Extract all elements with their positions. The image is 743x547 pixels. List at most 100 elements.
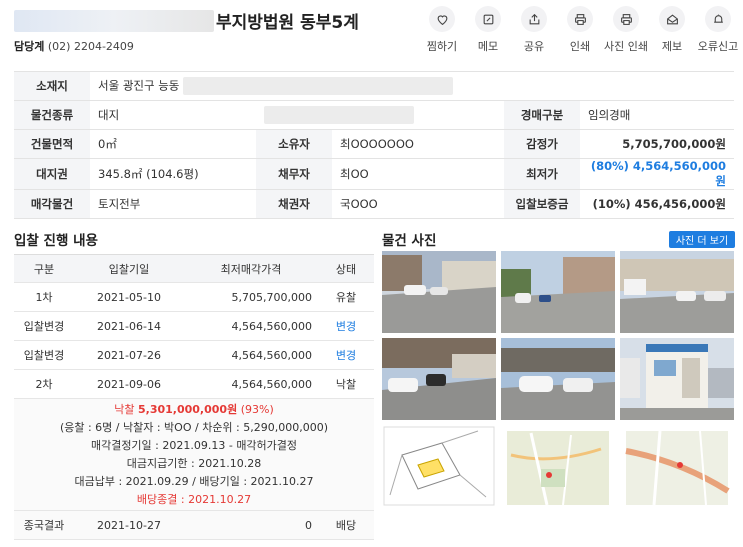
status-cell: 유찰 — [318, 282, 374, 312]
status-cell: 변경 — [318, 340, 374, 370]
col-status: 상태 — [318, 254, 374, 283]
report-label: 제보 — [661, 40, 683, 53]
payment-deadline: 대금지급기한 : 2021.10.28 — [126, 456, 262, 470]
print-button[interactable]: 인쇄 — [557, 6, 603, 54]
winning-bid-summary-row: 낙찰 5,301,000,000원 (93%) (응찰 : 6명 / 낙찰자 :… — [14, 398, 374, 511]
date-cell: 2021-05-10 — [74, 282, 184, 312]
win-amount: 5,301,000,000원 — [138, 402, 238, 416]
owner-label: 소유자 — [256, 129, 332, 159]
blurred-detail — [264, 106, 414, 124]
building-area-value: 0㎡ — [90, 129, 256, 159]
contact-label: 담당계 — [14, 40, 45, 53]
photo-print-icon — [613, 6, 639, 32]
status-cell: 낙찰 — [318, 369, 374, 399]
location-value: 서울 광진구 능동 — [98, 78, 180, 93]
bidding-header-row: 구분 입찰기일 최저매각가격 상태 — [14, 254, 374, 283]
payment-info: 대금납부 : 2021.09.29 / 배당기일 : 2021.10.27 — [74, 474, 314, 488]
price-cell: 4,564,560,000 — [184, 311, 318, 341]
creditor-label: 채권자 — [256, 189, 332, 219]
report-icon — [659, 6, 685, 32]
info-row-land: 대지권 345.8㎡ (104.6평) 채무자 최OO 최저가 (80%) 4,… — [14, 158, 734, 190]
table-row: 입찰변경 2021-06-14 4,564,560,000 변경 — [14, 311, 374, 341]
winning-bid-summary: 낙찰 5,301,000,000원 (93%) (응찰 : 6명 / 낙찰자 :… — [14, 398, 374, 511]
bid-detail: (응찰 : 6명 / 낙찰자 : 박OO / 차순위 : 5,290,000,0… — [59, 420, 329, 434]
favorite-button[interactable]: 찜하기 — [419, 6, 465, 54]
header: 부지방법원 동부5계 담당계 (02) 2204-2409 찜하기 메모 공유 — [0, 0, 743, 62]
property-photo[interactable] — [382, 251, 496, 333]
col-price: 최저매각가격 — [184, 254, 318, 283]
type-label: 물건종류 — [14, 100, 90, 130]
property-info-table: 소재지 서울 광진구 능동 물건종류 대지 경매구분 임의경매 건물면적 0㎡ … — [14, 71, 734, 219]
col-round: 구분 — [14, 254, 74, 283]
final-result-row: 종국결과 2021-10-27 0 배당 — [14, 510, 374, 540]
building-area-label: 건물면적 — [14, 129, 90, 159]
auction-type-label: 경매구분 — [504, 100, 580, 130]
contact-phone: (02) 2204-2409 — [47, 40, 134, 53]
blurred-cell — [256, 100, 504, 130]
appraisal-label: 감정가 — [504, 129, 580, 159]
sale-decision: 매각결정기일 : 2021.09.13 - 매각허가결정 — [90, 438, 298, 452]
share-icon — [521, 6, 547, 32]
error-report-label: 오류신고 — [697, 40, 739, 53]
page-title: 부지방법원 동부5계 — [216, 13, 359, 33]
minimum-price-value: (80%) 4,564,560,000원 — [580, 158, 734, 190]
land-right-label: 대지권 — [14, 158, 90, 190]
final-date: 2021-10-27 — [74, 510, 184, 540]
property-photo[interactable] — [501, 338, 615, 420]
property-photo[interactable] — [620, 251, 734, 333]
creditor-value: 국OOO — [332, 189, 504, 219]
favorite-label: 찜하기 — [426, 40, 458, 53]
final-status: 배당 — [318, 510, 374, 540]
photo-print-label: 사진 인쇄 — [604, 40, 648, 53]
location-map-photo[interactable] — [501, 425, 615, 507]
info-row-building: 건물면적 0㎡ 소유자 최OOOOOOO 감정가 5,705,700,000원 — [14, 129, 734, 159]
date-cell: 2021-06-14 — [74, 311, 184, 341]
share-button[interactable]: 공유 — [511, 6, 557, 54]
property-photo[interactable] — [501, 251, 615, 333]
table-row: 1차 2021-05-10 5,705,700,000 유찰 — [14, 282, 374, 312]
share-label: 공유 — [523, 40, 545, 53]
report-button[interactable]: 제보 — [649, 6, 695, 54]
date-cell: 2021-07-26 — [74, 340, 184, 370]
blurred-address — [183, 77, 454, 95]
appraisal-value: 5,705,700,000원 — [580, 129, 734, 159]
owner-value: 최OOOOOOO — [332, 129, 504, 159]
info-row-sale: 매각물건 토지전부 채권자 국OOO 입찰보증금 (10%) 456,456,0… — [14, 189, 734, 219]
date-cell: 2021-09-06 — [74, 369, 184, 399]
location-cell: 서울 광진구 능동 — [90, 71, 734, 101]
price-cell: 4,564,560,000 — [184, 340, 318, 370]
final-amount: 0 — [184, 510, 318, 540]
memo-label: 메모 — [477, 40, 499, 53]
round-cell: 입찰변경 — [14, 311, 74, 341]
win-label: 낙찰 — [114, 402, 135, 416]
error-report-icon — [705, 6, 731, 32]
more-photos-button[interactable]: 사진 더 보기 — [669, 231, 735, 248]
final-label: 종국결과 — [14, 510, 74, 540]
land-map-photo[interactable] — [382, 425, 496, 507]
info-row-location: 소재지 서울 광진구 능동 — [14, 71, 734, 101]
col-date: 입찰기일 — [74, 254, 184, 283]
location-map-photo[interactable] — [620, 425, 734, 507]
winning-bid-line: 낙찰 5,301,000,000원 (93%) — [14, 401, 374, 419]
bidding-section-title: 입찰 진행 내용 — [14, 233, 98, 249]
auction-type-value: 임의경매 — [580, 100, 734, 130]
deposit-value: (10%) 456,456,000원 — [580, 189, 734, 219]
error-report-button[interactable]: 오류신고 — [695, 6, 741, 54]
property-photo[interactable] — [620, 338, 734, 420]
property-photo[interactable] — [382, 338, 496, 420]
distribution-end: 배당종결 : 2021.10.27 — [136, 492, 252, 506]
round-cell: 1차 — [14, 282, 74, 312]
memo-icon — [475, 6, 501, 32]
info-row-type: 물건종류 대지 경매구분 임의경매 — [14, 100, 734, 130]
photo-print-button[interactable]: 사진 인쇄 — [603, 6, 649, 54]
win-percent: (93%) — [240, 402, 274, 416]
contact-info: 담당계 (02) 2204-2409 — [14, 38, 134, 54]
price-cell: 4,564,560,000 — [184, 369, 318, 399]
print-label: 인쇄 — [569, 40, 591, 53]
sale-item-value: 토지전부 — [90, 189, 256, 219]
round-cell: 2차 — [14, 369, 74, 399]
memo-button[interactable]: 메모 — [465, 6, 511, 54]
location-label: 소재지 — [14, 71, 90, 101]
action-bar: 찜하기 메모 공유 인쇄 사진 인쇄 제보 오류신고 — [419, 6, 741, 54]
table-row: 입찰변경 2021-07-26 4,564,560,000 변경 — [14, 340, 374, 370]
